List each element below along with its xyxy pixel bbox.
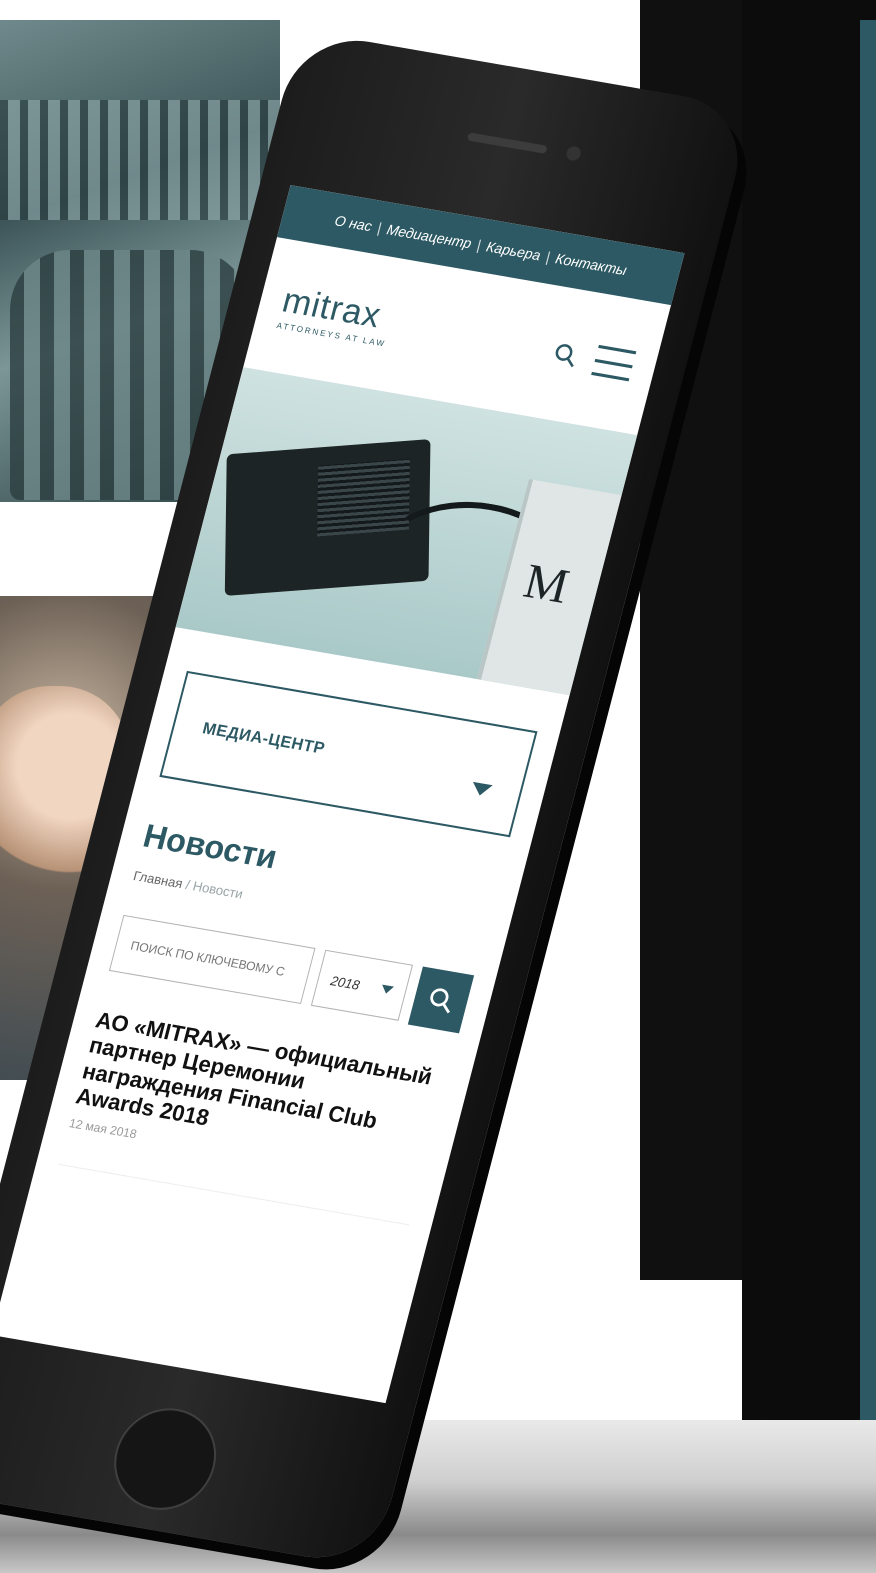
menu-hamburger-icon[interactable]: [591, 344, 637, 382]
search-button[interactable]: [407, 966, 475, 1034]
site-logo[interactable]: mitrax ATTORNEYS AT LAW: [276, 280, 397, 348]
news-item-title[interactable]: АО «MITRAX» — официальный партнер Церемо…: [73, 1007, 450, 1169]
section-dropdown[interactable]: МЕДИА-ЦЕНТР: [159, 670, 538, 838]
chevron-down-icon: [469, 781, 493, 798]
nav-separator: |: [544, 248, 553, 266]
chevron-down-icon: [380, 984, 394, 995]
nav-item-mediacenter[interactable]: Медиацентр: [385, 221, 473, 252]
search-icon[interactable]: [551, 341, 581, 369]
nav-separator: |: [375, 219, 384, 236]
year-select-value: 2018: [329, 972, 362, 993]
monitor-accent-strip: [860, 20, 876, 1420]
nav-item-career[interactable]: Карьера: [485, 238, 543, 263]
nav-item-contacts[interactable]: Контакты: [554, 250, 629, 278]
hero-book-letter: M: [518, 553, 575, 615]
keyword-search-input[interactable]: ПОИСК ПО КЛЮЧЕВОМУ С: [108, 914, 316, 1005]
header-actions: [550, 338, 637, 382]
breadcrumb-current: Новости: [191, 878, 245, 902]
news-item[interactable]: АО «MITRAX» — официальный партнер Церемо…: [68, 1007, 451, 1191]
section-dropdown-label: МЕДИА-ЦЕНТР: [200, 719, 327, 758]
monitor-side-panel: [742, 0, 876, 1420]
year-select[interactable]: 2018: [310, 949, 414, 1021]
nav-separator: |: [475, 236, 483, 254]
breadcrumb-home[interactable]: Главная: [132, 868, 185, 891]
search-icon: [430, 988, 450, 1014]
nav-item-about[interactable]: О нас: [333, 212, 374, 234]
background-shelf: [0, 100, 280, 220]
